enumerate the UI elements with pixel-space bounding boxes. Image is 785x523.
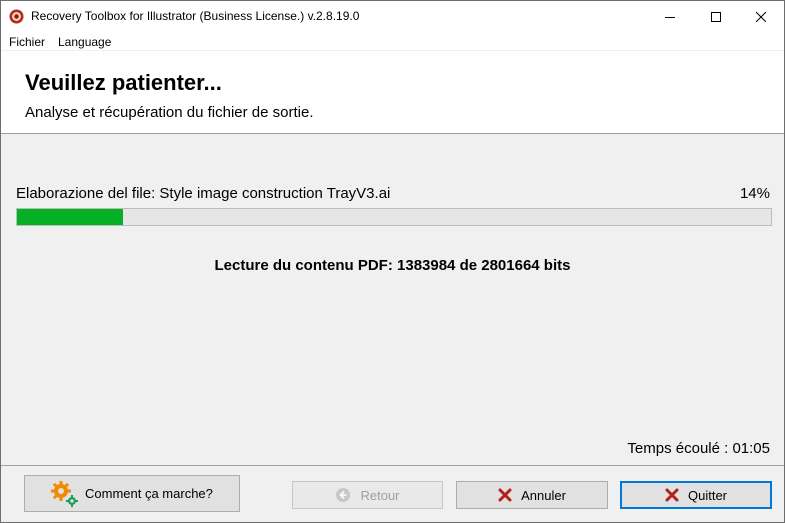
quit-button[interactable]: Quitter	[620, 481, 772, 509]
progress-percent: 14%	[739, 185, 770, 202]
minimize-icon	[665, 16, 675, 18]
page-title: Veuillez patienter...	[25, 70, 222, 95]
progress-fill	[17, 209, 123, 225]
red-x-icon	[498, 488, 512, 502]
maximize-icon	[711, 11, 721, 22]
back-label: Retour	[360, 487, 400, 503]
footer-divider	[1, 465, 784, 466]
menu-bar: Fichier Language	[1, 32, 784, 51]
quit-label: Quitter	[687, 487, 727, 503]
progress-bar	[16, 208, 772, 226]
back-arrow-icon	[335, 487, 351, 503]
reading-status: Lecture du contenu PDF: 1383984 de 28016…	[214, 257, 571, 274]
maximize-button[interactable]	[693, 1, 739, 32]
cancel-button[interactable]: Annuler	[456, 481, 608, 509]
back-button[interactable]: Retour	[292, 481, 443, 509]
app-window: Recovery Toolbox for Illustrator (Busine…	[0, 0, 785, 523]
how-it-works-button[interactable]: Comment ça marche?	[24, 475, 240, 512]
gears-icon	[49, 479, 79, 509]
close-button[interactable]	[738, 1, 784, 32]
how-it-works-label: Comment ça marche?	[85, 486, 213, 501]
menu-file[interactable]: Fichier	[9, 35, 45, 49]
app-icon	[9, 9, 24, 24]
elapsed-time: Temps écoulé : 01:05	[627, 440, 770, 457]
minimize-button[interactable]	[647, 1, 693, 32]
cancel-label: Annuler	[521, 487, 566, 503]
header-panel: Veuillez patienter... Analyse et récupér…	[1, 51, 784, 134]
menu-language[interactable]: Language	[58, 35, 111, 49]
close-icon	[756, 11, 766, 22]
window-title: Recovery Toolbox for Illustrator (Busine…	[31, 9, 360, 23]
page-subtitle: Analyse et récupération du fichier de so…	[25, 104, 314, 121]
title-bar[interactable]: Recovery Toolbox for Illustrator (Busine…	[1, 1, 784, 32]
progress-label: Elaborazione del file: Style image const…	[16, 185, 391, 202]
red-x-icon	[665, 488, 679, 502]
